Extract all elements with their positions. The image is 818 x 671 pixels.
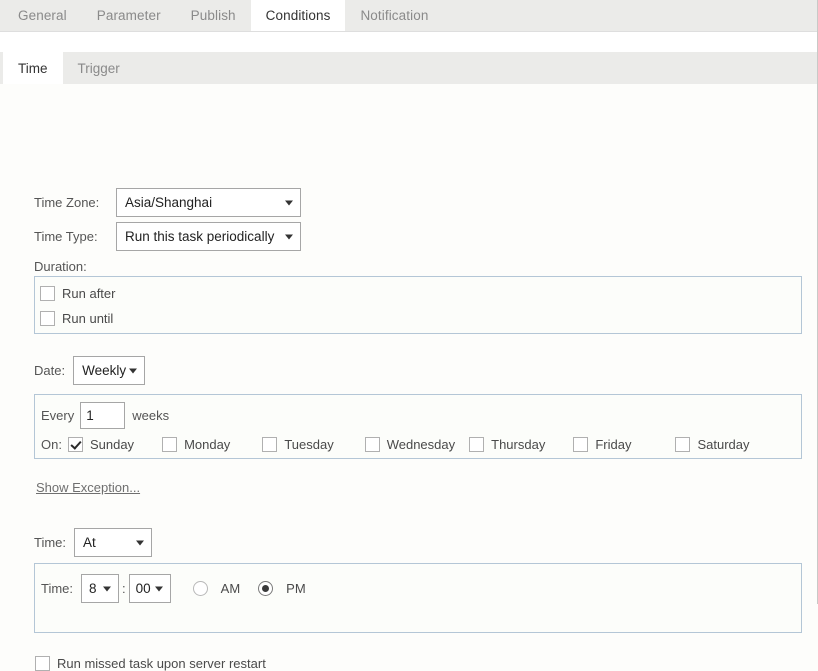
thursday-label: Thursday <box>491 437 545 452</box>
weekly-recurrence-panel: Every weeks On: Sunday Monday Tuesday <box>34 394 802 459</box>
time-mode-select[interactable]: At <box>74 528 152 557</box>
time-mode-value: At <box>83 535 96 550</box>
subtab-trigger-label: Trigger <box>78 61 120 76</box>
monday-checkbox[interactable] <box>162 437 177 452</box>
tab-conditions-label: Conditions <box>266 8 331 23</box>
tab-content-gap <box>0 32 817 52</box>
date-row: Date: Weekly <box>34 356 145 385</box>
conditions-page: General Parameter Publish Conditions Not… <box>0 0 818 604</box>
run-until-option[interactable]: Run until <box>40 311 801 326</box>
chevron-down-icon <box>129 368 137 373</box>
time-mode-row: Time: At <box>34 528 152 557</box>
tuesday-checkbox[interactable] <box>262 437 277 452</box>
run-missed-task-checkbox[interactable] <box>35 656 50 671</box>
minute-select[interactable]: 00 <box>129 574 171 603</box>
thursday-checkbox[interactable] <box>469 437 484 452</box>
date-label: Date: <box>34 363 65 378</box>
tuesday-label: Tuesday <box>284 437 333 452</box>
time-zone-value: Asia/Shanghai <box>125 195 212 210</box>
weekday-row: On: Sunday Monday Tuesday Wednesday <box>41 437 801 452</box>
tab-parameter[interactable]: Parameter <box>82 0 176 31</box>
run-after-label: Run after <box>62 286 115 301</box>
friday-label: Friday <box>595 437 631 452</box>
tab-notification[interactable]: Notification <box>345 0 443 31</box>
day-option-saturday[interactable]: Saturday <box>675 437 749 452</box>
chevron-down-icon <box>136 540 144 545</box>
tab-parameter-label: Parameter <box>97 8 161 23</box>
time-of-day-panel: Time: 8 : 00 AM PM <box>34 563 802 633</box>
day-option-sunday[interactable]: Sunday <box>68 437 134 452</box>
time-zone-row: Time Zone: Asia/Shanghai <box>34 188 301 217</box>
time-type-value: Run this task periodically <box>125 229 274 244</box>
run-after-checkbox[interactable] <box>40 286 55 301</box>
sub-tab-bar: Time Trigger <box>0 52 817 84</box>
time-separator: : <box>122 581 126 596</box>
run-missed-task-option[interactable]: Run missed task upon server restart <box>35 656 266 671</box>
weeks-label: weeks <box>132 408 169 423</box>
subtab-trigger[interactable]: Trigger <box>63 52 135 84</box>
time-zone-select[interactable]: Asia/Shanghai <box>116 188 301 217</box>
chevron-down-icon <box>285 200 293 205</box>
minute-value: 00 <box>136 581 151 596</box>
run-until-checkbox[interactable] <box>40 311 55 326</box>
day-option-thursday[interactable]: Thursday <box>469 437 545 452</box>
run-missed-task-label: Run missed task upon server restart <box>57 656 266 671</box>
tab-publish[interactable]: Publish <box>176 0 251 31</box>
day-option-wednesday[interactable]: Wednesday <box>365 437 455 452</box>
sunday-label: Sunday <box>90 437 134 452</box>
saturday-checkbox[interactable] <box>675 437 690 452</box>
saturday-label: Saturday <box>697 437 749 452</box>
wednesday-checkbox[interactable] <box>365 437 380 452</box>
time-type-select[interactable]: Run this task periodically <box>116 222 301 251</box>
meridiem-option-am[interactable]: AM <box>193 581 241 596</box>
monday-label: Monday <box>184 437 230 452</box>
chevron-down-icon <box>103 586 111 591</box>
on-label: On: <box>41 437 62 452</box>
run-until-label: Run until <box>62 311 113 326</box>
every-label: Every <box>41 408 74 423</box>
time-mode-label: Time: <box>34 535 66 550</box>
time-type-label: Time Type: <box>34 229 116 244</box>
tab-notification-label: Notification <box>360 8 428 23</box>
date-frequency-select[interactable]: Weekly <box>73 356 145 385</box>
subtab-time[interactable]: Time <box>3 52 63 84</box>
chevron-down-icon <box>155 586 163 591</box>
time-picker-row: Time: 8 : 00 AM PM <box>41 574 801 603</box>
pm-radio[interactable] <box>258 581 273 596</box>
sunday-checkbox[interactable] <box>68 437 83 452</box>
tab-conditions[interactable]: Conditions <box>251 0 346 31</box>
duration-panel: Run after Run until <box>34 276 802 334</box>
day-option-friday[interactable]: Friday <box>573 437 631 452</box>
day-option-monday[interactable]: Monday <box>162 437 230 452</box>
time-type-row: Time Type: Run this task periodically <box>34 222 301 251</box>
subtab-time-label: Time <box>18 61 48 76</box>
tab-general-label: General <box>18 8 67 23</box>
show-exception-link[interactable]: Show Exception... <box>36 480 140 495</box>
am-radio[interactable] <box>193 581 208 596</box>
friday-checkbox[interactable] <box>573 437 588 452</box>
pm-label: PM <box>286 581 306 596</box>
am-label: AM <box>221 581 241 596</box>
run-after-option[interactable]: Run after <box>40 286 801 301</box>
main-tab-bar: General Parameter Publish Conditions Not… <box>0 0 817 32</box>
date-frequency-value: Weekly <box>82 363 126 378</box>
wednesday-label: Wednesday <box>387 437 455 452</box>
tab-general[interactable]: General <box>3 0 82 31</box>
every-weeks-row: Every weeks <box>41 402 801 429</box>
day-option-tuesday[interactable]: Tuesday <box>262 437 333 452</box>
time-zone-label: Time Zone: <box>34 195 116 210</box>
meridiem-option-pm[interactable]: PM <box>258 581 306 596</box>
time-conditions-form: Time Zone: Asia/Shanghai Time Type: Run … <box>0 84 817 604</box>
every-weeks-input[interactable] <box>80 402 125 429</box>
hour-select[interactable]: 8 <box>81 574 119 603</box>
time-inner-label: Time: <box>41 581 73 596</box>
hour-value: 8 <box>89 581 97 596</box>
chevron-down-icon <box>285 234 293 239</box>
tab-publish-label: Publish <box>191 8 236 23</box>
duration-label: Duration: <box>34 259 87 274</box>
